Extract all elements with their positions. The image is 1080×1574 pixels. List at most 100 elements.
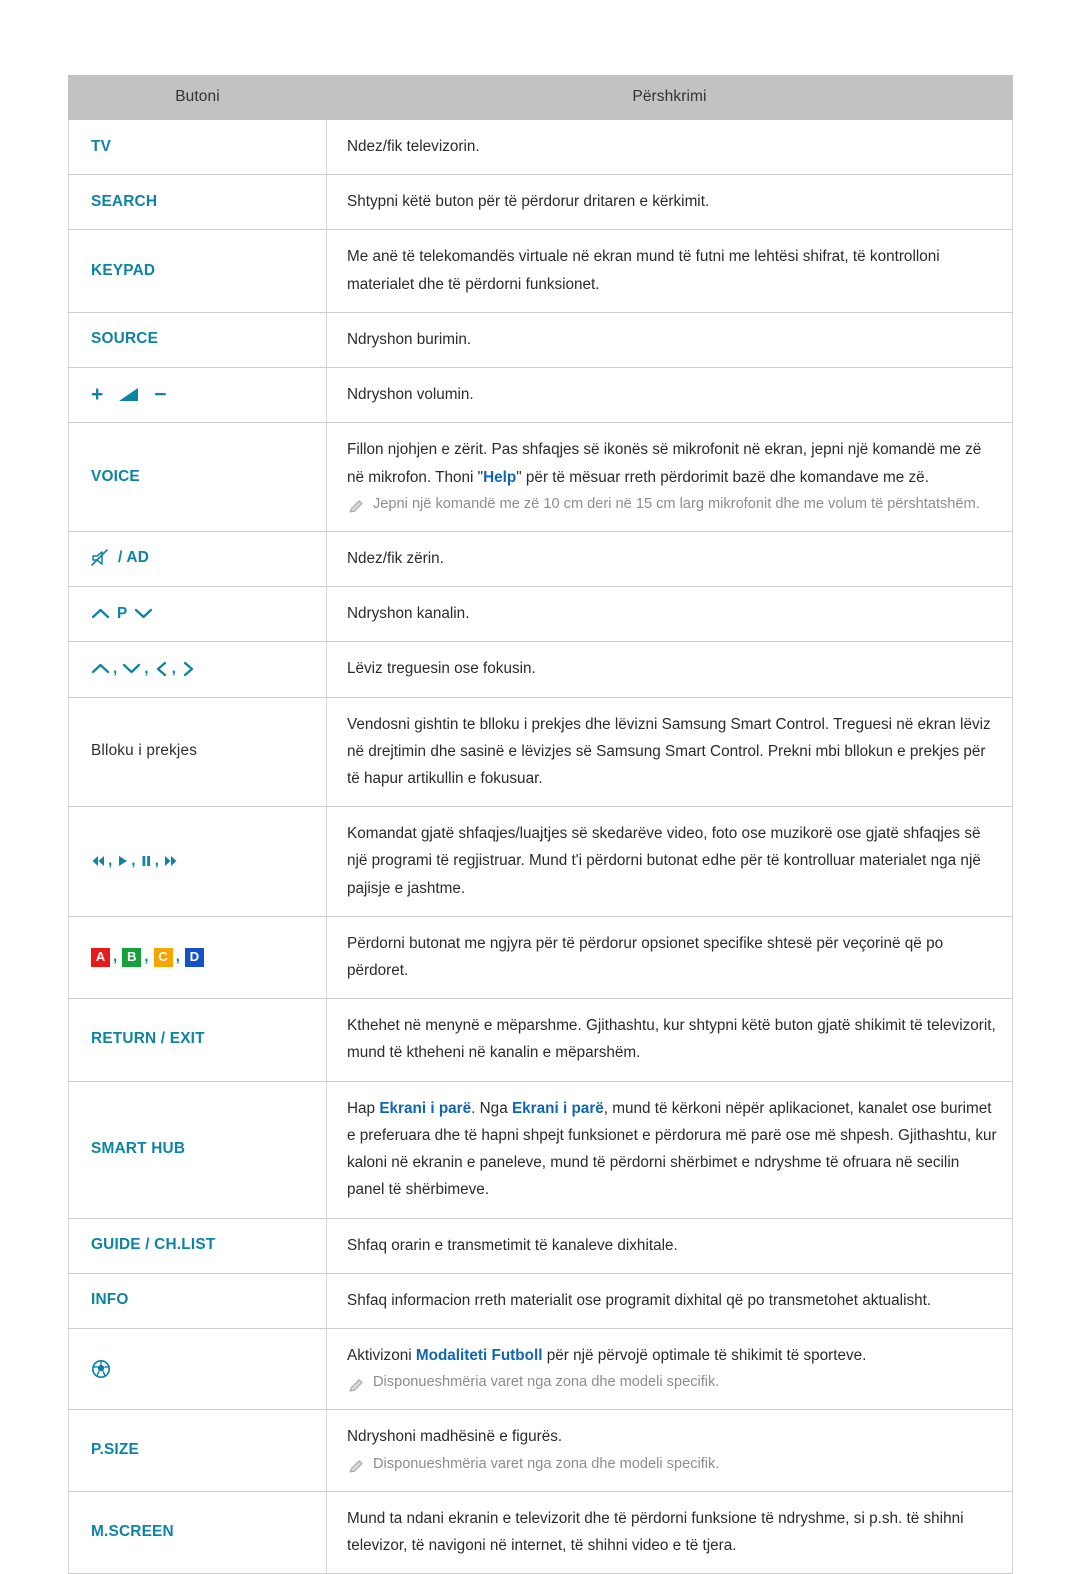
table-row: GUIDE / CH.LIST Shfaq orarin e transmetim…: [68, 1217, 1013, 1274]
description-text: Shtypni këtë buton për të përdorur drita…: [347, 193, 710, 211]
button-label-m-screen: M.SCREEN: [91, 1522, 174, 1540]
table-row: KEYPAD Me anë të telekomandës virtuale në…: [68, 229, 1013, 313]
pencil-icon: [347, 1455, 364, 1480]
button-cell-direction: ,,,: [68, 641, 327, 698]
button-cell-touchpad: Blloku i prekjes: [68, 696, 327, 808]
button-cell-p-size: P.SIZE: [68, 1409, 327, 1492]
keyword: Modaliteti Futboll: [415, 1347, 543, 1364]
color-button-a: A: [91, 947, 110, 967]
volume-buttons: + −: [91, 384, 308, 406]
keyword: Ekrani i parë: [379, 1099, 472, 1117]
description-cell-direction: Lëviz treguesin ose fokusin.: [326, 641, 1013, 698]
button-cell-guide-chlist: GUIDE / CH.LIST: [68, 1217, 327, 1274]
description-text: Lëviz treguesin ose fokusin.: [347, 660, 536, 678]
volume-wedge-icon: [118, 386, 139, 404]
manual-page: Butoni Përshkrimi TV Ndez/fik televizorin…: [0, 0, 1080, 1574]
chevron-down-icon: [122, 660, 141, 678]
description-cell-m-screen: Mund ta ndani ekranin e televizorit dhe …: [326, 1490, 1013, 1574]
button-label-info: INFO: [91, 1291, 129, 1309]
note-label: Disponueshmëria varet nga zona dhe model…: [373, 1374, 720, 1391]
description-cell-touchpad: Vendosni gishtin te blloku i prekjes dhe…: [326, 696, 1013, 808]
button-label-tv: TV: [91, 137, 112, 155]
description-text: Ndryshoni madhësinë e figurës.: [347, 1428, 563, 1446]
mute-ad-buttons: / AD: [91, 549, 308, 567]
channel-letter: P: [117, 604, 128, 622]
pencil-icon: [347, 495, 364, 520]
description-cell-tv: Ndez/fik televizorin.: [326, 118, 1013, 176]
description-text: Komandat gjatë shfaqjes/luajtjes së sked…: [347, 825, 981, 897]
description-cell-info: Shfaq informacion rreth materialit ose p…: [326, 1272, 1013, 1330]
table-row: P.SIZE Ndryshoni madhësinë e figurës. Disp…: [68, 1409, 1013, 1492]
note-text: Disponueshmëria varet nga zona dhe model…: [347, 1370, 998, 1395]
description-cell-volume: Ndryshon volumin.: [326, 367, 1013, 424]
table-row: ,,, Komandat gjatë shfaqjes/luajtjes së s…: [68, 806, 1013, 917]
table-row: TV Ndez/fik televizorin.: [68, 118, 1013, 176]
soccer-ball-icon: [91, 1359, 111, 1379]
description-cell-football: Aktivizoni Modaliteti Futboll për një pë…: [326, 1327, 1013, 1411]
button-label-source: SOURCE: [91, 330, 159, 348]
color-button-c: C: [153, 947, 173, 967]
note-text: Disponueshmëria varet nga zona dhe model…: [347, 1452, 998, 1477]
table-header-row: Butoni Përshkrimi: [68, 75, 1013, 120]
keyword: Help: [483, 468, 517, 486]
button-label-keypad: KEYPAD: [91, 261, 156, 279]
keyword: Ekrani i parë: [511, 1099, 604, 1117]
description-text: Aktivizoni Modaliteti Futboll për një pë…: [347, 1347, 867, 1364]
button-cell-tv: TV: [68, 118, 327, 176]
description-cell-channel: Ndryshon kanalin.: [326, 586, 1013, 643]
table-row: M.SCREEN Mund ta ndani ekranin e televizo…: [68, 1490, 1013, 1574]
table-row: RETURN / EXIT Kthehet në menynë e mëparsh…: [68, 998, 1013, 1082]
note-label: Jepni një komandë me zë 10 cm deri në 15…: [373, 495, 980, 512]
table-row: VOICE Fillon njohjen e zërit. Pas shfaqje…: [68, 422, 1013, 532]
chevron-right-icon: [181, 660, 196, 678]
description-text: Ndez/fik zërin.: [347, 549, 444, 567]
table-row: SOURCE Ndryshon burimin.: [68, 311, 1013, 369]
description-cell-voice: Fillon njohjen e zërit. Pas shfaqjes së …: [326, 422, 1013, 532]
description-text: Përdorni butonat me ngjyra për të përdor…: [347, 934, 944, 980]
table-row: SEARCH Shtypni këtë buton për të përdorur…: [68, 174, 1013, 231]
mute-icon: [91, 549, 109, 567]
column-header-button: Butoni: [68, 75, 327, 120]
description-text: Ndez/fik televizorin.: [347, 138, 480, 155]
pencil-icon: [347, 1373, 364, 1398]
color-button-b: B: [122, 947, 142, 967]
button-label-touchpad: Blloku i prekjes: [91, 742, 198, 760]
button-label-p-size: P.SIZE: [91, 1440, 139, 1458]
button-cell-volume: + −: [68, 367, 327, 424]
button-cell-return-exit: RETURN / EXIT: [68, 998, 327, 1082]
table-row: P Ndryshon kanalin.: [68, 586, 1013, 643]
table-row: INFO Shfaq informacion rreth materialit o…: [68, 1272, 1013, 1330]
remote-button-table: Butoni Përshkrimi TV Ndez/fik televizorin…: [68, 75, 1013, 1574]
description-cell-guide-chlist: Shfaq orarin e transmetimit të kanaleve …: [326, 1217, 1013, 1274]
button-cell-mute-ad: / AD: [68, 530, 327, 588]
button-cell-search: SEARCH: [68, 174, 327, 231]
table-row: Aktivizoni Modaliteti Futboll për një pë…: [68, 1327, 1013, 1411]
description-cell-search: Shtypni këtë buton për të përdorur drita…: [326, 174, 1013, 231]
football-mode-button: [91, 1359, 308, 1379]
ad-label: / AD: [118, 549, 150, 567]
chevron-up-icon: [91, 660, 110, 678]
chevron-up-icon: [91, 605, 110, 623]
chevron-down-icon: [134, 605, 153, 623]
button-cell-m-screen: M.SCREEN: [68, 1490, 327, 1574]
note-text: Jepni një komandë me zë 10 cm deri në 15…: [347, 492, 998, 517]
button-label-guide-chlist: GUIDE / CH.LIST: [91, 1236, 216, 1254]
note-label: Disponueshmëria varet nga zona dhe model…: [373, 1455, 720, 1472]
description-cell-p-size: Ndryshoni madhësinë e figurës. Disponuesh…: [326, 1409, 1013, 1492]
table-row: / AD Ndez/fik zërin.: [68, 530, 1013, 588]
description-text: Me anë të telekomandës virtuale në ekran…: [347, 248, 940, 293]
chevron-left-icon: [154, 660, 169, 678]
direction-buttons: ,,,: [91, 660, 308, 678]
description-cell-mute-ad: Ndez/fik zërin.: [326, 530, 1013, 588]
button-label-search: SEARCH: [91, 192, 158, 210]
description-text: Shfaq informacion rreth materialit ose p…: [347, 1291, 932, 1309]
table-body: TV Ndez/fik televizorin. SEARCH Shtypni kët…: [68, 118, 1013, 1574]
description-text: Hap Ekrani i parë. Nga Ekrani i parë, mu…: [347, 1099, 997, 1199]
button-cell-color-buttons: A,B,C,D: [68, 915, 327, 1000]
description-cell-playback: Komandat gjatë shfaqjes/luajtjes së sked…: [326, 806, 1013, 917]
table-row: A, B, C, D Përdorni butonat me ngjyra për të…: [68, 915, 1013, 1000]
description-text: Ndryshon kanalin.: [347, 605, 470, 623]
description-text: Shfaq orarin e transmetimit të kanaleve …: [347, 1236, 678, 1254]
description-text: Kthehet në menynë e mëparshme. Gjithasht…: [347, 1017, 996, 1062]
play-icon: [117, 852, 128, 870]
